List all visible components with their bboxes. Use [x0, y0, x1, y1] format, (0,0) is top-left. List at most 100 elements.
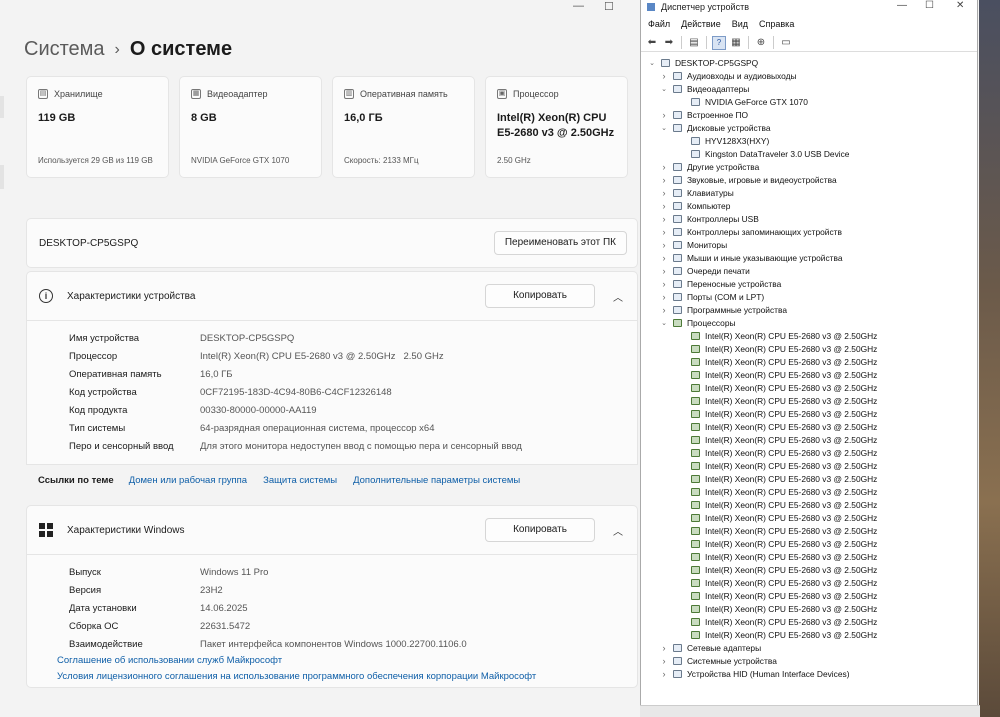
- chevron-up-icon[interactable]: ︿: [613, 523, 623, 538]
- tree-node[interactable]: ⌄ Процессоры: [641, 316, 977, 329]
- chevron-right-icon[interactable]: ›: [659, 227, 669, 237]
- tree-node[interactable]: Intel(R) Xeon(R) CPU E5-2680 v3 @ 2.50GH…: [641, 511, 977, 524]
- tree-node[interactable]: › Встроенное ПО: [641, 108, 977, 121]
- card-ram[interactable]: ▥ Оперативная память 16,0 ГБ Скорость: 21…: [332, 76, 475, 178]
- maximize-button[interactable]: ☐: [604, 0, 614, 13]
- card-gpu[interactable]: ▦ Видеоадаптер 8 GB NVIDIA GeForce GTX 10…: [179, 76, 322, 178]
- tree-node[interactable]: HYV128X3(HXY): [641, 134, 977, 147]
- add-hardware-icon[interactable]: ⊕: [754, 36, 768, 50]
- tree-node[interactable]: › Программные устройства: [641, 303, 977, 316]
- tree-node[interactable]: Intel(R) Xeon(R) CPU E5-2680 v3 @ 2.50GH…: [641, 550, 977, 563]
- card-cpu[interactable]: ▣ Процессор Intel(R) Xeon(R) CPU E5-2680 …: [485, 76, 628, 178]
- tree-node[interactable]: ⌄ Дисковые устройства: [641, 121, 977, 134]
- tree-node[interactable]: › Звуковые, игровые и видеоустройства: [641, 173, 977, 186]
- chevron-right-icon[interactable]: ›: [659, 279, 669, 289]
- chevron-down-icon[interactable]: ⌄: [659, 124, 669, 132]
- menu-action[interactable]: Действие: [681, 19, 721, 29]
- tree-node[interactable]: › Очереди печати: [641, 264, 977, 277]
- chevron-right-icon[interactable]: ›: [659, 71, 669, 81]
- chevron-down-icon[interactable]: ⌄: [647, 59, 657, 67]
- tree-node[interactable]: › Компьютер: [641, 199, 977, 212]
- chevron-up-icon[interactable]: ︿: [613, 289, 623, 304]
- chevron-right-icon[interactable]: ›: [659, 188, 669, 198]
- scan-icon[interactable]: ▦: [729, 36, 743, 50]
- tree-node[interactable]: › Аудиовходы и аудиовыходы: [641, 69, 977, 82]
- link-domain-workgroup[interactable]: Домен или рабочая группа: [129, 475, 247, 486]
- tree-node[interactable]: Intel(R) Xeon(R) CPU E5-2680 v3 @ 2.50GH…: [641, 576, 977, 589]
- rename-pc-button[interactable]: Переименовать этот ПК: [493, 231, 627, 255]
- help-icon[interactable]: ?: [712, 35, 726, 50]
- chevron-right-icon[interactable]: ›: [659, 214, 669, 224]
- maximize-button[interactable]: ☐: [925, 0, 934, 11]
- menu-help[interactable]: Справка: [759, 19, 794, 29]
- tree-node[interactable]: › Мониторы: [641, 238, 977, 251]
- tree-node[interactable]: › Клавиатуры: [641, 186, 977, 199]
- chevron-down-icon[interactable]: ⌄: [659, 85, 669, 93]
- menu-view[interactable]: Вид: [732, 19, 748, 29]
- tree-node[interactable]: Intel(R) Xeon(R) CPU E5-2680 v3 @ 2.50GH…: [641, 381, 977, 394]
- copy-windows-specs-button[interactable]: Копировать: [485, 518, 595, 542]
- copy-device-specs-button[interactable]: Копировать: [485, 284, 595, 308]
- monitor-icon[interactable]: ▭: [779, 36, 793, 50]
- minimize-button[interactable]: —: [573, 0, 584, 12]
- device-specs-header[interactable]: i Характеристики устройства Копировать ︿: [26, 271, 638, 321]
- tree-node[interactable]: Intel(R) Xeon(R) CPU E5-2680 v3 @ 2.50GH…: [641, 485, 977, 498]
- chevron-right-icon[interactable]: ›: [659, 162, 669, 172]
- tree-node[interactable]: › Переносные устройства: [641, 277, 977, 290]
- tree-node[interactable]: Intel(R) Xeon(R) CPU E5-2680 v3 @ 2.50GH…: [641, 420, 977, 433]
- chevron-right-icon[interactable]: ›: [659, 669, 669, 679]
- properties-icon[interactable]: ▤: [687, 36, 701, 50]
- tree-node[interactable]: Intel(R) Xeon(R) CPU E5-2680 v3 @ 2.50GH…: [641, 459, 977, 472]
- arrow-right-icon[interactable]: ➡: [662, 36, 676, 50]
- tree-node[interactable]: › Порты (COM и LPT): [641, 290, 977, 303]
- tree-node[interactable]: Intel(R) Xeon(R) CPU E5-2680 v3 @ 2.50GH…: [641, 446, 977, 459]
- tree-node[interactable]: Intel(R) Xeon(R) CPU E5-2680 v3 @ 2.50GH…: [641, 537, 977, 550]
- tree-node[interactable]: › Контроллеры запоминающих устройств: [641, 225, 977, 238]
- link-advanced-system-settings[interactable]: Дополнительные параметры системы: [353, 475, 520, 486]
- tree-node[interactable]: Intel(R) Xeon(R) CPU E5-2680 v3 @ 2.50GH…: [641, 602, 977, 615]
- chevron-right-icon[interactable]: ›: [659, 201, 669, 211]
- breadcrumb-parent[interactable]: Система: [24, 38, 105, 61]
- tree-node[interactable]: ⌄ Видеоадаптеры: [641, 82, 977, 95]
- tree-node[interactable]: Intel(R) Xeon(R) CPU E5-2680 v3 @ 2.50GH…: [641, 472, 977, 485]
- tree-node[interactable]: › Сетевые адаптеры: [641, 641, 977, 654]
- menu-file[interactable]: Файл: [648, 19, 670, 29]
- chevron-right-icon[interactable]: ›: [659, 175, 669, 185]
- chevron-right-icon[interactable]: ›: [659, 643, 669, 653]
- tree-node[interactable]: › Устройства HID (Human Interface Devices…: [641, 667, 977, 680]
- tree-node[interactable]: › Другие устройства: [641, 160, 977, 173]
- tree-node[interactable]: Intel(R) Xeon(R) CPU E5-2680 v3 @ 2.50GH…: [641, 355, 977, 368]
- card-storage[interactable]: ▤ Хранилище 119 GB Используется 29 GB из …: [26, 76, 169, 178]
- chevron-down-icon[interactable]: ⌄: [659, 319, 669, 327]
- tree-node[interactable]: Intel(R) Xeon(R) CPU E5-2680 v3 @ 2.50GH…: [641, 563, 977, 576]
- chevron-right-icon[interactable]: ›: [659, 266, 669, 276]
- chevron-right-icon[interactable]: ›: [659, 292, 669, 302]
- tree-node[interactable]: Intel(R) Xeon(R) CPU E5-2680 v3 @ 2.50GH…: [641, 589, 977, 602]
- windows-specs-header[interactable]: Характеристики Windows Копировать ︿: [26, 505, 638, 555]
- link-system-protection[interactable]: Защита системы: [263, 475, 337, 486]
- tree-node[interactable]: Intel(R) Xeon(R) CPU E5-2680 v3 @ 2.50GH…: [641, 407, 977, 420]
- tree-node[interactable]: Intel(R) Xeon(R) CPU E5-2680 v3 @ 2.50GH…: [641, 498, 977, 511]
- tree-node[interactable]: › Контроллеры USB: [641, 212, 977, 225]
- tree-node[interactable]: › Системные устройства: [641, 654, 977, 667]
- tree-node[interactable]: Intel(R) Xeon(R) CPU E5-2680 v3 @ 2.50GH…: [641, 368, 977, 381]
- minimize-button[interactable]: —: [897, 0, 907, 11]
- tree-node[interactable]: ⌄ DESKTOP-CP5GSPQ: [641, 56, 977, 69]
- chevron-right-icon[interactable]: ›: [659, 253, 669, 263]
- tree-node[interactable]: Intel(R) Xeon(R) CPU E5-2680 v3 @ 2.50GH…: [641, 342, 977, 355]
- tree-node[interactable]: Intel(R) Xeon(R) CPU E5-2680 v3 @ 2.50GH…: [641, 524, 977, 537]
- tree-node[interactable]: NVIDIA GeForce GTX 1070: [641, 95, 977, 108]
- chevron-right-icon[interactable]: ›: [659, 240, 669, 250]
- chevron-right-icon[interactable]: ›: [659, 110, 669, 120]
- tree-node[interactable]: Intel(R) Xeon(R) CPU E5-2680 v3 @ 2.50GH…: [641, 615, 977, 628]
- chevron-right-icon[interactable]: ›: [659, 656, 669, 666]
- tree-node[interactable]: Intel(R) Xeon(R) CPU E5-2680 v3 @ 2.50GH…: [641, 628, 977, 641]
- tree-node[interactable]: Intel(R) Xeon(R) CPU E5-2680 v3 @ 2.50GH…: [641, 329, 977, 342]
- tree-node[interactable]: Intel(R) Xeon(R) CPU E5-2680 v3 @ 2.50GH…: [641, 433, 977, 446]
- link-license-terms[interactable]: Условия лицензионного соглашения на испо…: [57, 669, 637, 685]
- tree-node[interactable]: Kingston DataTraveler 3.0 USB Device: [641, 147, 977, 160]
- close-button[interactable]: ✕: [956, 0, 964, 11]
- arrow-left-icon[interactable]: ⬅: [645, 36, 659, 50]
- chevron-right-icon[interactable]: ›: [659, 305, 669, 315]
- link-services-agreement[interactable]: Соглашение об использовании служб Майкро…: [57, 653, 637, 669]
